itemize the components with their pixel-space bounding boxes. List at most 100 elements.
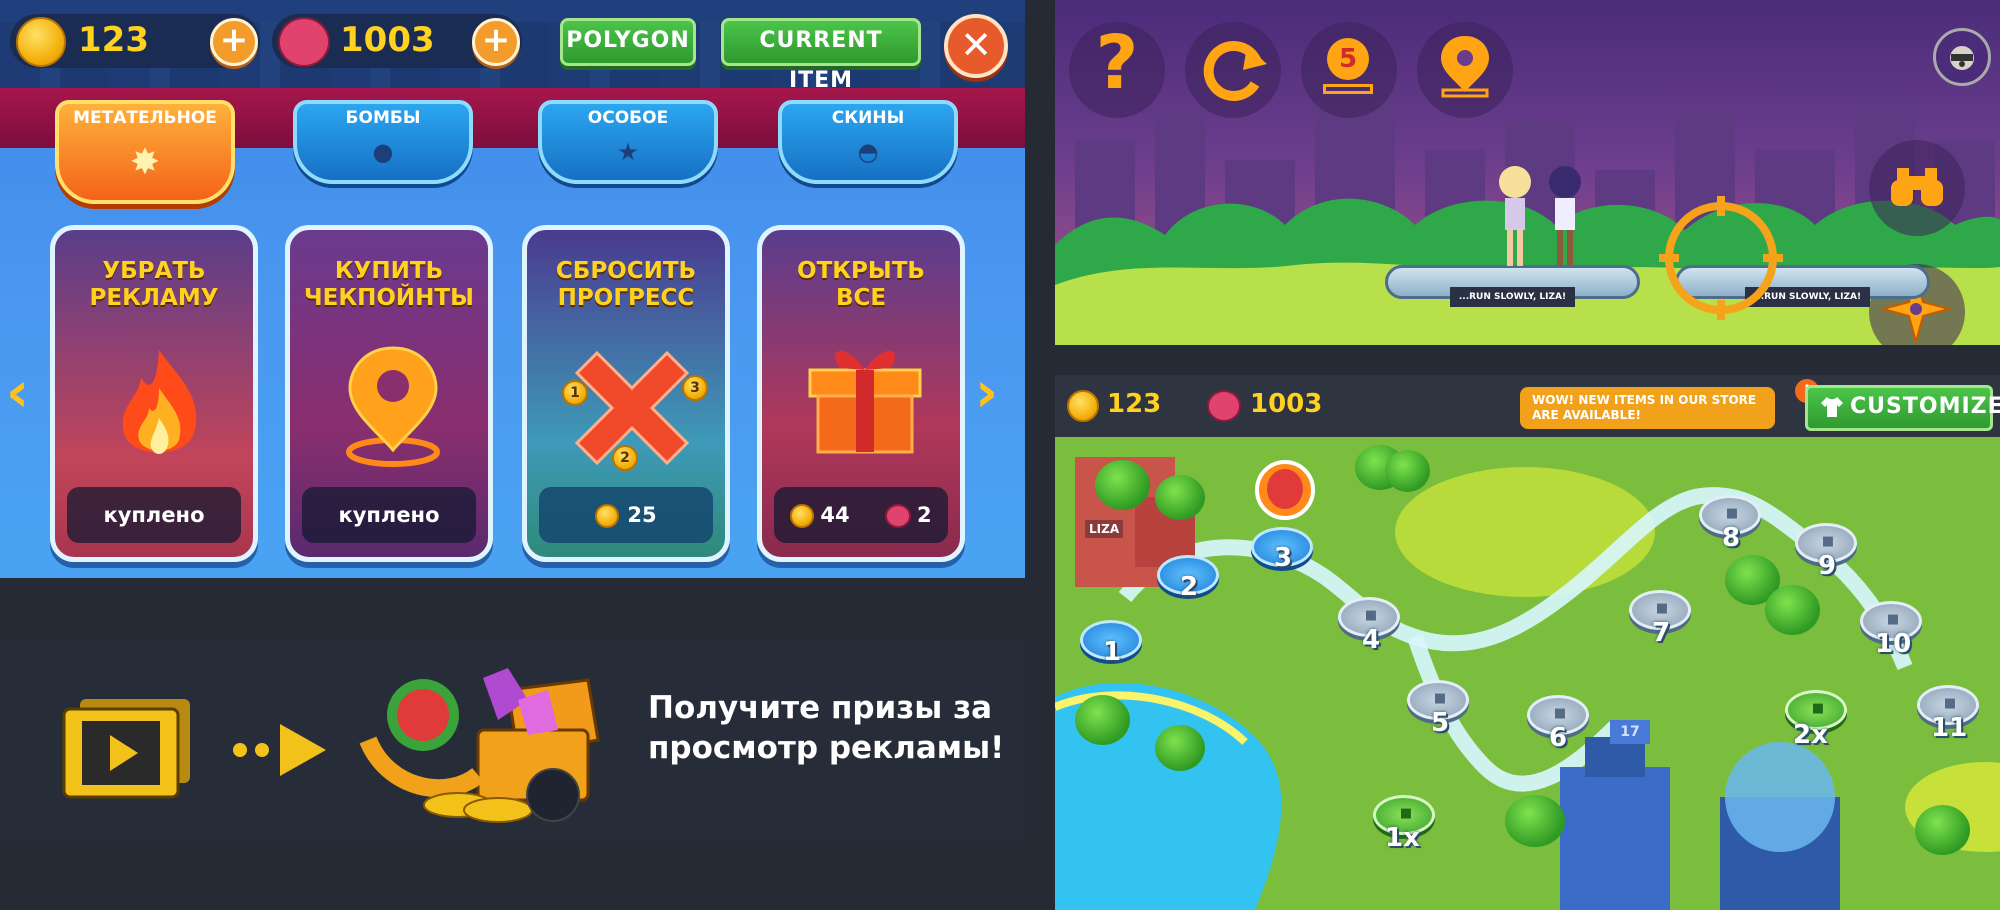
raccoon-token-icon — [278, 17, 330, 67]
card-title-line2: РЕКЛАМУ — [89, 285, 219, 311]
level-number-9: 9 — [1818, 551, 1837, 581]
shuriken-icon: ✸ — [129, 142, 161, 183]
characters — [1499, 166, 1581, 266]
raccoon-token-icon — [1207, 390, 1241, 422]
tab-bombs-label: БОМБЫ — [345, 108, 421, 128]
coin-count: 123 — [78, 20, 149, 60]
ad-reward-promo: Получите призы за просмотр рекламы! — [0, 578, 1025, 910]
level-map: 123 1003 WOW! NEW ITEMS IN OUR STORE ARE… — [1055, 375, 2000, 910]
tab-special[interactable]: ОСОБОЕ ★ — [538, 100, 718, 184]
gift-icon — [808, 350, 922, 454]
coin-icon — [16, 17, 66, 67]
bonus-label-1x: 1x — [1385, 823, 1420, 853]
checkpoint-counter-icon[interactable]: 5 — [1327, 38, 1369, 80]
token-count: 1003 — [340, 20, 435, 60]
shirt-icon — [1821, 397, 1843, 417]
lock-icon: ■ — [1553, 706, 1567, 721]
card-title-line2: ПРОГРЕСС — [557, 285, 695, 311]
help-button[interactable]: ? — [1079, 20, 1155, 106]
level-number-5: 5 — [1431, 708, 1450, 738]
lock-icon: ■ — [1433, 691, 1447, 706]
price-tokens: 2 — [916, 503, 932, 527]
tower-number: 17 — [1610, 720, 1650, 744]
new-items-notice[interactable]: WOW! NEW ITEMS IN OUR STORE ARE AVAILABL… — [1520, 387, 1775, 429]
card-status: куплено — [67, 487, 241, 543]
lock-icon: ■ — [1655, 601, 1669, 616]
coin-icon — [595, 504, 620, 528]
card-title-line2: ЧЕКПОЙНТЫ — [304, 285, 474, 311]
binoculars-button[interactable] — [1887, 162, 1947, 212]
polygon-button[interactable]: POLYGON — [560, 18, 696, 66]
lock-icon: ■ — [1886, 612, 1900, 627]
player-avatar-icon — [1267, 469, 1303, 509]
location-pin-icon[interactable] — [1437, 34, 1493, 98]
coin-icon — [790, 504, 815, 528]
reset-marker-1: 1 — [562, 380, 588, 406]
level-number-11: 11 — [1931, 713, 1968, 743]
tab-bombs[interactable]: БОМБЫ ● — [293, 100, 473, 184]
location-pin-icon — [346, 346, 440, 467]
tab-special-label: ОСОБОЕ — [587, 108, 669, 128]
raccoon-icon — [1950, 46, 1974, 70]
map-coin-count: 123 — [1107, 389, 1162, 419]
raccoon-token-icon — [884, 504, 911, 528]
card-price: 44 2 — [774, 487, 948, 543]
card-price: 25 — [539, 487, 713, 543]
treasure-chest-icon — [359, 668, 600, 823]
level-number-8: 8 — [1722, 523, 1741, 553]
belt-sign-1: ...RUN SLOWLY, LIZA! — [1450, 287, 1575, 307]
close-button[interactable]: ✕ — [944, 14, 1008, 78]
arrow-right-icon — [233, 724, 326, 776]
map-token-count: 1003 — [1250, 389, 1323, 419]
tab-throwing-label: МЕТАТЕЛЬНОЕ — [73, 108, 217, 128]
card-title-line1: УБРАТЬ — [102, 258, 206, 284]
building-sign: LIZA — [1085, 520, 1124, 538]
card-title-line1: ОТКРЫТЬ — [797, 258, 925, 284]
level-number-1: 1 — [1103, 637, 1122, 667]
lock-icon: ■ — [1364, 608, 1378, 623]
lock-icon: ■ — [1811, 701, 1825, 716]
aim-target-ring — [1665, 202, 1777, 314]
reset-marker-3: 3 — [682, 375, 708, 401]
reset-marker-2: 2 — [612, 445, 638, 471]
card-status: куплено — [302, 487, 476, 543]
mask-icon: ◓ — [857, 138, 879, 166]
level-number-4: 4 — [1362, 625, 1381, 655]
fire-icon — [122, 350, 197, 454]
prev-arrow-button[interactable]: ‹ — [6, 360, 29, 425]
tab-throwing[interactable]: МЕТАТЕЛЬНОЕ ✸ — [55, 100, 235, 204]
bomb-icon: ● — [372, 138, 394, 166]
video-film-icon — [62, 699, 190, 799]
level-number-6: 6 — [1549, 723, 1568, 753]
level-number-3: 3 — [1274, 543, 1293, 573]
level-number-2: 2 — [1180, 572, 1199, 602]
buy-tokens-button[interactable]: + — [472, 18, 520, 66]
promo-text-line2: просмотр рекламы! — [648, 730, 1005, 766]
lock-icon: ■ — [1821, 534, 1835, 549]
restart-button[interactable] — [1197, 32, 1271, 106]
lock-icon: ■ — [1943, 696, 1957, 711]
buy-coins-button[interactable]: + — [210, 18, 258, 66]
card-remove-ads[interactable]: УБРАТЬ РЕКЛАМУ куплено — [50, 225, 258, 562]
tab-skins-label: СКИНЫ — [831, 108, 905, 128]
card-open-all[interactable]: ОТКРЫТЬ ВСЕ 44 2 — [757, 225, 965, 562]
shop-panel: 123 + 1003 + POLYGON CURRENT ITEM ✕ МЕТА… — [0, 0, 1025, 578]
level-number-7: 7 — [1652, 618, 1671, 648]
level-number-10: 10 — [1875, 629, 1912, 659]
star-icon: ★ — [617, 138, 639, 166]
bonus-label-2x: 2x — [1793, 720, 1828, 750]
next-arrow-button[interactable]: › — [975, 360, 998, 425]
card-title-line1: СБРОСИТЬ — [555, 258, 697, 284]
card-reset-progress[interactable]: СБРОСИТЬ ПРОГРЕСС 1 2 3 25 — [522, 225, 730, 562]
customize-label: CUSTOMIZE — [1850, 394, 2000, 419]
price-coins: 44 — [820, 503, 850, 527]
card-title-line2: ВСЕ — [835, 285, 887, 311]
price-coins: 25 — [627, 503, 657, 527]
tab-skins[interactable]: СКИНЫ ◓ — [778, 100, 958, 184]
current-item-button[interactable]: CURRENT ITEM — [721, 18, 921, 93]
card-buy-checkpoints[interactable]: КУПИТЬ ЧЕКПОЙНТЫ куплено — [285, 225, 493, 562]
lock-icon: ■ — [1725, 506, 1739, 521]
lock-icon: ■ — [1399, 806, 1413, 821]
promo-text-line1: Получите призы за — [648, 690, 993, 726]
coin-icon — [1067, 390, 1099, 422]
